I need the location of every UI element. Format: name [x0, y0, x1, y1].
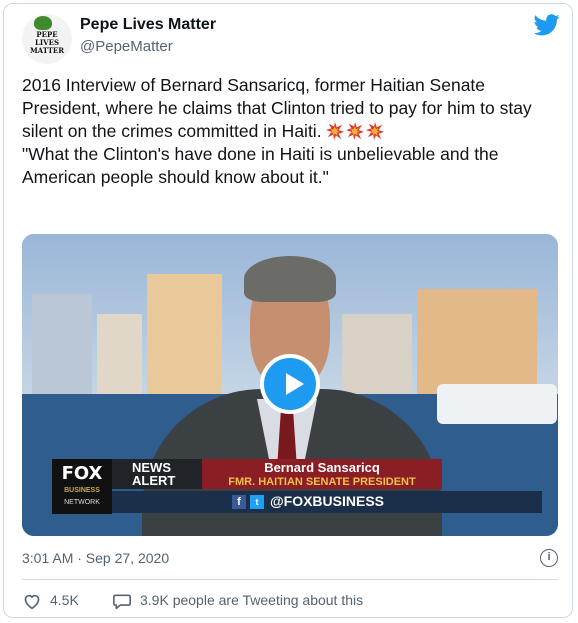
info-icon[interactable]: i	[540, 549, 558, 567]
social-handle: @FOXBUSINESS	[270, 493, 385, 509]
lower-third: FOX BUSINESS NETWORK NEWS ALERT Bernard …	[52, 459, 542, 514]
collision-icon	[366, 122, 385, 140]
facebook-icon: f	[232, 495, 246, 509]
news-alert-label: NEWS ALERT	[112, 459, 202, 489]
building	[32, 294, 92, 404]
heart-icon[interactable]	[22, 592, 42, 610]
social-bar: f t @FOXBUSINESS	[112, 491, 542, 513]
nameplate: Bernard Sansaricq FMR. HAITIAN SENATE PR…	[202, 459, 442, 489]
frog-logo-icon	[34, 16, 52, 30]
conversation-link[interactable]: 3.9K people are Tweeting about this	[140, 592, 363, 608]
divider	[22, 579, 558, 580]
play-icon	[286, 373, 304, 395]
tweet-text: 2016 Interview of Bernard Sansaricq, for…	[22, 74, 557, 189]
user-handle[interactable]: @PepeMatter	[80, 38, 173, 55]
avatar[interactable]: PEPE LIVES MATTER	[22, 14, 72, 64]
play-button[interactable]	[260, 354, 320, 414]
building	[147, 274, 222, 404]
building	[97, 314, 142, 404]
lower-third-name: Bernard Sansaricq	[264, 460, 380, 475]
person-hair	[244, 256, 336, 302]
display-name[interactable]: Pepe Lives Matter	[80, 16, 216, 34]
tweet-card[interactable]: PEPE LIVES MATTER Pepe Lives Matter @Pep…	[3, 3, 573, 618]
fox-business-logo: FOX BUSINESS NETWORK	[52, 459, 112, 514]
timestamp[interactable]: 3:01 AM · Sep 27, 2020	[22, 550, 169, 566]
network-sub: BUSINESS	[64, 487, 100, 494]
collision-icon	[326, 122, 345, 140]
lower-third-title: FMR. HAITIAN SENATE PRESIDENT	[228, 476, 416, 488]
tweet-line-2: "What the Clinton's have done in Haiti i…	[22, 144, 499, 187]
collision-icon	[346, 122, 365, 140]
avatar-text-3: MATTER	[29, 46, 65, 55]
reply-bubble-icon[interactable]	[112, 592, 132, 610]
tweet-line-1: 2016 Interview of Bernard Sansaricq, for…	[22, 75, 532, 141]
video-player[interactable]: FOX BUSINESS NETWORK NEWS ALERT Bernard …	[22, 234, 558, 536]
twitter-bird-icon[interactable]	[534, 14, 560, 36]
like-count[interactable]: 4.5K	[50, 592, 79, 608]
yacht	[437, 384, 557, 424]
network-name: FOX	[61, 463, 103, 484]
twitter-icon: t	[250, 495, 264, 509]
building	[342, 314, 412, 404]
network-tag: NETWORK	[64, 499, 100, 506]
